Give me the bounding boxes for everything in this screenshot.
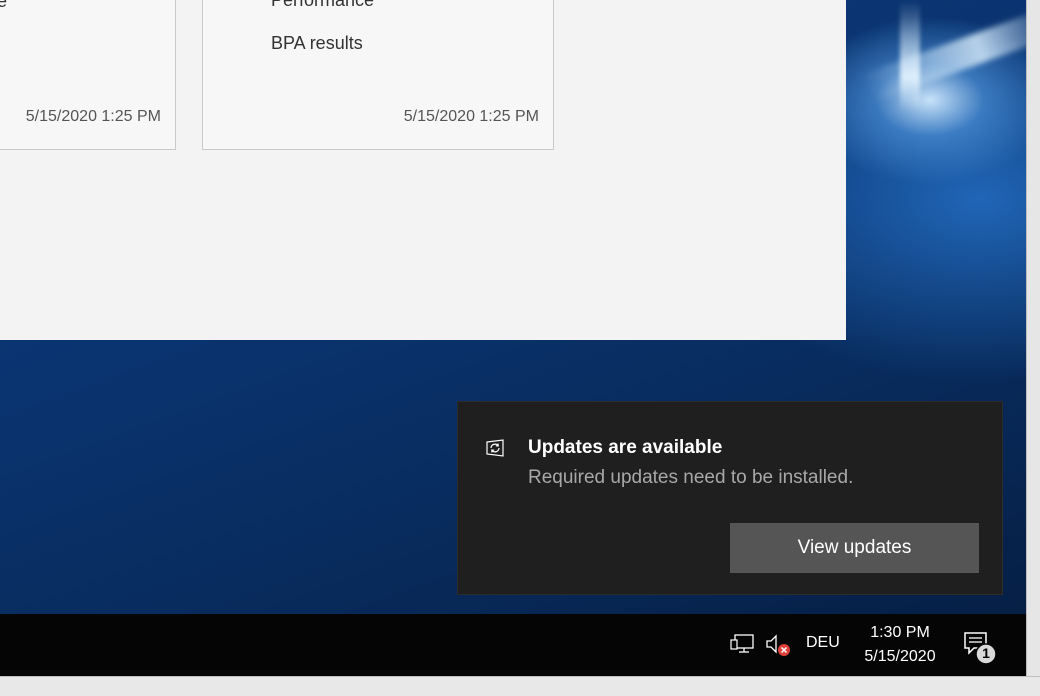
clock-time: 1:30 PM xyxy=(870,624,930,641)
server-manager-window: e 5/15/2020 1:25 PM Performance BPA resu… xyxy=(0,0,846,340)
dashboard-tile-right[interactable]: Performance BPA results 5/15/2020 1:25 P… xyxy=(202,0,554,150)
tile-bpa-results-link[interactable]: BPA results xyxy=(271,33,363,54)
dashboard-tile-left[interactable]: e 5/15/2020 1:25 PM xyxy=(0,0,176,150)
tile-timestamp: 5/15/2020 1:25 PM xyxy=(25,108,161,125)
update-sync-icon xyxy=(484,437,506,459)
notification-count-badge: 1 xyxy=(982,645,990,661)
tile-partial-label: e xyxy=(0,0,8,11)
screen-edge xyxy=(0,676,1040,696)
update-notification-toast[interactable]: Updates are available Required updates n… xyxy=(457,401,1003,595)
toast-body: Required updates need to be installed. xyxy=(528,467,854,488)
clock-date: 5/15/2020 xyxy=(864,648,936,665)
toast-title: Updates are available xyxy=(528,437,723,458)
language-indicator[interactable]: DEU xyxy=(806,634,840,652)
tile-performance-link[interactable]: Performance xyxy=(271,0,374,11)
volume-muted-icon[interactable] xyxy=(764,632,792,658)
taskbar: DEU 1:30 PM 5/15/2020 1 xyxy=(0,614,1026,676)
clock[interactable]: 1:30 PM 5/15/2020 xyxy=(852,621,948,669)
view-updates-button[interactable]: View updates xyxy=(730,523,979,573)
wallpaper-light-beam xyxy=(900,0,920,110)
window-edge xyxy=(1026,0,1040,696)
tile-timestamp: 5/15/2020 1:25 PM xyxy=(403,108,539,125)
action-center-icon[interactable]: 1 xyxy=(962,630,997,668)
network-icon[interactable] xyxy=(730,632,756,656)
wallpaper-light-beam xyxy=(860,6,1040,104)
